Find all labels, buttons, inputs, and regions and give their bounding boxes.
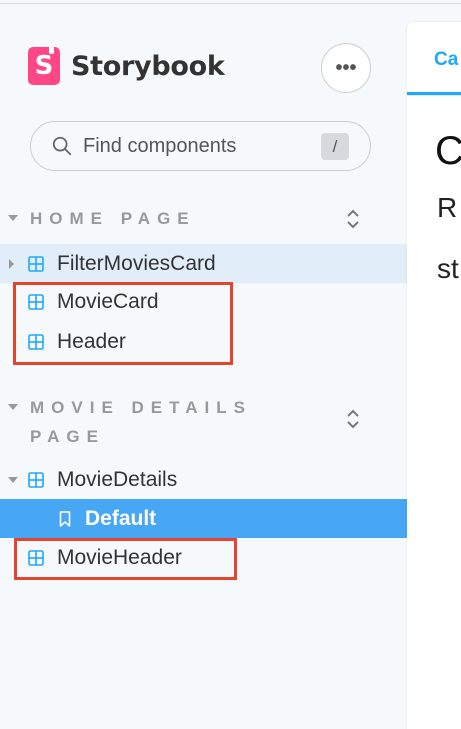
search-input[interactable] — [83, 134, 303, 158]
group-title: MOVIE DETAILS PAGE — [30, 398, 252, 446]
tree-item-label: FilterMoviesCard — [57, 251, 216, 275]
main-panel: Ca C R st — [407, 22, 461, 729]
docs-text-line: R — [437, 192, 458, 223]
search-icon — [52, 136, 72, 156]
expand-collapse-icon[interactable] — [343, 407, 363, 431]
docs-text-line: st — [437, 253, 459, 284]
search-field[interactable]: / — [30, 121, 371, 171]
menu-button[interactable]: ••• — [321, 43, 371, 93]
story-item-default[interactable]: Default — [0, 499, 407, 538]
story-item-label: Default — [85, 506, 157, 530]
sidebar: S Storybook ••• / HOME PAGE FilterMovies… — [0, 0, 407, 729]
expand-collapse-icon[interactable] — [343, 207, 363, 231]
docs-heading: C — [435, 129, 461, 173]
caret-right-icon — [9, 258, 14, 269]
ellipsis-icon: ••• — [335, 56, 357, 79]
bookmark-icon — [59, 510, 71, 527]
group-header-home-page[interactable]: HOME PAGE — [0, 204, 407, 234]
tree-item-label: MovieDetails — [57, 467, 178, 491]
brand-name: Storybook — [71, 50, 225, 82]
caret-down-icon — [8, 215, 18, 221]
tab-canvas[interactable]: Ca — [434, 49, 458, 71]
caret-down-icon — [8, 404, 18, 410]
storybook-logo-icon: S — [28, 45, 60, 85]
group-title: HOME PAGE — [30, 209, 196, 228]
search-shortcut-key: / — [321, 133, 349, 160]
brand[interactable]: S Storybook — [28, 45, 225, 86]
component-icon — [28, 255, 44, 272]
caret-down-icon — [8, 476, 18, 483]
annotation-highlight-box — [14, 538, 237, 580]
tree-item-movie-details[interactable]: MovieDetails — [0, 460, 407, 499]
component-icon — [28, 471, 44, 488]
group-header-movie-details-page[interactable]: MOVIE DETAILS PAGE — [0, 393, 407, 453]
tab-bar-divider — [407, 95, 461, 96]
tree-item-filter-movies-card[interactable]: FilterMoviesCard — [0, 244, 407, 283]
annotation-highlight-box — [13, 282, 233, 365]
